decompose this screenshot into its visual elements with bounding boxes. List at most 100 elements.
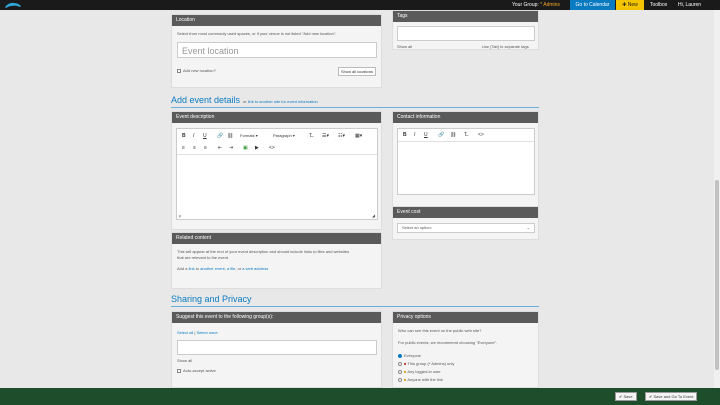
select-all-link[interactable]: Select all <box>177 330 193 335</box>
auto-accept-checkbox[interactable] <box>177 368 181 373</box>
privacy-options-panel: Privacy options Who can see this event o… <box>392 311 539 388</box>
unlink-icon[interactable]: ⛓ <box>227 132 233 140</box>
related-content-add: Add a link to another event, a file, or … <box>177 266 268 271</box>
contact-unlink-icon[interactable]: ⛓ <box>450 131 456 139</box>
logo-icon[interactable] <box>4 1 22 9</box>
privacy-option-label: Everyone <box>404 353 421 358</box>
event-cost-panel: Event cost Select an option: ⌄ <box>392 206 539 240</box>
contact-italic-icon[interactable]: I <box>414 131 415 139</box>
page-scrollbar[interactable] <box>714 10 720 388</box>
event-cost-heading: Event cost <box>393 207 538 218</box>
add-event-details-label: Add event details <box>171 95 241 105</box>
sharing-privacy-title: Sharing and Privacy <box>171 294 252 304</box>
indent-icon[interactable]: ⇥ <box>229 144 233 152</box>
event-description-panel: Event description B I U 🔗 ⛓ Formats ▾ Pa… <box>171 111 382 230</box>
tags-input[interactable] <box>397 26 535 41</box>
privacy-recommend: For public events, we recommend choosing… <box>398 340 498 345</box>
source-code-icon[interactable]: <> <box>269 144 275 152</box>
auto-accept-label: Auto-accept active <box>183 368 216 373</box>
contact-information-editor[interactable]: B I U 🔗 ⛓ T̶ <> <box>397 128 535 195</box>
privacy-option-logged-in[interactable]: ■ Any logged-in user <box>398 369 441 374</box>
add-comma: , <box>224 266 226 271</box>
numbered-list-icon[interactable]: ☷▾ <box>338 132 345 140</box>
related-content-heading: Related content <box>172 233 381 244</box>
privacy-option-label: Any logged-in user <box>407 369 441 374</box>
add-web-address-link[interactable]: a web address <box>242 266 268 271</box>
chevron-down-icon: ⌄ <box>526 225 530 230</box>
add-new-location[interactable]: Add new location? <box>177 68 216 73</box>
toolbox-menu[interactable]: Toolbox <box>650 0 667 10</box>
user-menu[interactable]: Hi, Lauren <box>678 0 701 10</box>
radio-link[interactable] <box>398 377 402 382</box>
align-left-icon[interactable]: ≡ <box>182 144 185 152</box>
event-location-placeholder: Event location <box>182 46 239 56</box>
footer-bar: ✔ Save ✔ Save and Go To Event <box>0 388 720 405</box>
add-new-location-checkbox[interactable] <box>177 68 181 73</box>
privacy-question: Who can see this event on the public web… <box>398 328 482 333</box>
auto-accept[interactable]: Auto-accept active <box>177 368 216 373</box>
align-center-icon[interactable]: ≡ <box>193 144 196 152</box>
privacy-option-label: Anyone with the link <box>407 377 443 382</box>
radio-group[interactable] <box>398 361 402 366</box>
group-selector[interactable]: Your Group: * Admins <box>512 0 560 10</box>
suggest-groups-input[interactable] <box>177 340 377 355</box>
event-location-input[interactable]: Event location <box>177 42 377 58</box>
formats-dropdown[interactable]: Formats ▾ <box>240 132 258 140</box>
location-heading: Location <box>172 15 381 26</box>
suggest-groups-heading: Suggest this event to the following grou… <box>172 312 381 323</box>
new-button[interactable]: ✚ New <box>616 0 644 10</box>
image-icon[interactable]: ▣ <box>243 144 248 152</box>
privacy-options-heading: Privacy options <box>393 312 538 323</box>
top-nav-bar: Your Group: * Admins Go to Calendar ✚ Ne… <box>0 0 720 10</box>
link-to-another-site[interactable]: link to another site for event informati… <box>248 99 318 104</box>
save-and-go-label: Save and Go To Event <box>653 394 694 399</box>
paragraph-dropdown[interactable]: Paragraph ▾ <box>273 132 295 140</box>
outdent-icon[interactable]: ⇤ <box>218 144 222 152</box>
resize-handle-icon[interactable]: ◢ <box>372 213 375 218</box>
save-and-go-button[interactable]: ✔ Save and Go To Event <box>645 392 698 401</box>
privacy-option-label: This group (* Admins) only <box>407 361 455 366</box>
scrollbar-thumb[interactable] <box>715 180 719 370</box>
add-to: to <box>195 266 200 271</box>
align-right-icon[interactable]: ≡ <box>204 144 207 152</box>
privacy-option-group[interactable]: ■ This group (* Admins) only <box>398 361 454 366</box>
add-link[interactable]: link <box>189 266 195 271</box>
bullet-list-icon[interactable]: ☰▾ <box>322 132 329 140</box>
radio-everyone[interactable] <box>398 353 402 358</box>
bold-icon[interactable]: B <box>182 132 186 140</box>
media-icon[interactable]: ▶ <box>255 144 259 152</box>
show-all-locations-button[interactable]: Show all locations <box>338 67 376 76</box>
link-icon[interactable]: 🔗 <box>217 132 223 140</box>
contact-source-code-icon[interactable]: <> <box>478 131 484 139</box>
group-value: * Admins <box>540 2 560 8</box>
tags-show-all-link[interactable]: Show all <box>397 44 412 49</box>
underline-icon[interactable]: U <box>203 132 207 140</box>
suggest-groups-panel: Suggest this event to the following grou… <box>171 311 382 388</box>
privacy-option-link[interactable]: ■ Anyone with the link <box>398 377 443 382</box>
formats-label: Formats <box>240 133 255 138</box>
save-button[interactable]: ✔ Save <box>615 392 637 401</box>
contact-link-icon[interactable]: 🔗 <box>438 131 444 139</box>
clear-format-icon[interactable]: T̶ <box>309 132 312 140</box>
contact-information-heading: Contact information <box>393 112 538 123</box>
add-another-event-link[interactable]: another event <box>200 266 224 271</box>
radio-logged-in[interactable] <box>398 369 402 374</box>
location-panel: Location Select from most commonly used … <box>171 14 382 88</box>
add-new-location-label: Add new location? <box>183 68 216 73</box>
italic-icon[interactable]: I <box>193 132 194 140</box>
privacy-option-everyone[interactable]: Everyone <box>398 353 421 358</box>
groups-show-all-link[interactable]: Show all <box>177 358 192 363</box>
table-icon[interactable]: ▦▾ <box>355 132 362 140</box>
select-none-link[interactable]: Select none <box>197 330 218 335</box>
main-content: Location Select from most commonly used … <box>0 10 714 388</box>
related-content-desc-1: This will appear at the end of your even… <box>177 249 350 254</box>
go-to-calendar-button[interactable]: Go to Calendar <box>570 0 615 10</box>
event-cost-select[interactable]: Select an option: ⌄ <box>397 223 535 233</box>
event-description-editor[interactable]: B I U 🔗 ⛓ Formats ▾ Paragraph ▾ T̶ ☰▾ ☷▾… <box>176 128 378 220</box>
contact-clear-format-icon[interactable]: T̶ <box>464 131 467 139</box>
contact-bold-icon[interactable]: B <box>403 131 407 139</box>
paragraph-label: Paragraph <box>273 133 292 138</box>
section-divider <box>171 107 539 108</box>
contact-underline-icon[interactable]: U <box>424 131 428 139</box>
add-or: , or <box>235 266 242 271</box>
